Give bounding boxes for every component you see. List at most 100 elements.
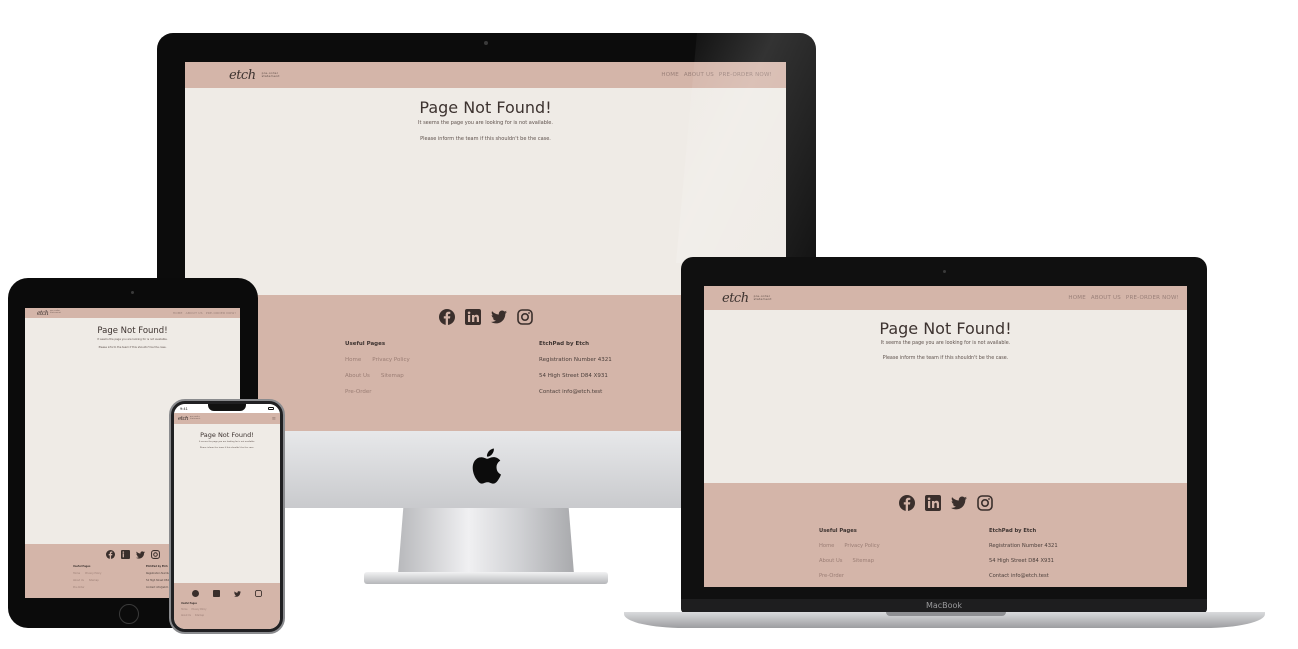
footer-link-preorder[interactable]: Pre-Order xyxy=(73,586,85,589)
footer-link-privacy[interactable]: Privacy Policy xyxy=(844,543,879,549)
inform-message: Please inform the team if this shouldn't… xyxy=(199,447,255,449)
brand-logo[interactable]: etch pre-order statement xyxy=(178,416,201,422)
instagram-icon[interactable] xyxy=(255,590,262,597)
useful-pages-heading: Useful Pages xyxy=(73,565,91,568)
not-found-message: It seems the page you are looking for is… xyxy=(418,120,553,126)
facebook-icon[interactable] xyxy=(438,309,455,325)
twitter-icon[interactable] xyxy=(490,310,507,324)
linkedin-icon[interactable] xyxy=(120,550,130,559)
navbar: etch pre-order statement HOME ABOUT US PR… xyxy=(704,286,1187,310)
status-bar: 9:41 xyxy=(174,404,280,413)
facebook-icon[interactable] xyxy=(898,495,915,511)
nav-about[interactable]: ABOUT US xyxy=(186,311,203,315)
useful-pages-heading: Useful Pages xyxy=(819,528,857,534)
page-title: Page Not Found! xyxy=(419,98,552,117)
address: 54 High Street D84 X931 xyxy=(539,373,608,379)
linkedin-icon[interactable] xyxy=(924,495,941,511)
instagram-icon[interactable] xyxy=(150,550,160,559)
footer-link-sitemap[interactable]: Sitemap xyxy=(89,579,99,582)
instagram-icon[interactable] xyxy=(976,495,993,511)
not-found-message: It seems the page you are looking for is… xyxy=(880,341,1011,346)
footer-link-privacy[interactable]: Privacy Policy xyxy=(372,357,409,363)
phone-notch xyxy=(208,404,246,411)
footer-link-home[interactable]: Home xyxy=(181,608,187,611)
registration-number: Registration Number 4321 xyxy=(989,543,1058,549)
footer-link-home[interactable]: Home xyxy=(73,572,80,575)
footer-columns: Useful Pages Home Privacy Policy About U… xyxy=(345,341,612,395)
brand-logo[interactable]: etch pre-order statement xyxy=(229,68,280,83)
footer-link-sitemap[interactable]: Sitemap xyxy=(195,614,204,617)
footer-link-about[interactable]: About Us xyxy=(181,614,191,617)
brand-logo[interactable]: etch pre-order statement xyxy=(722,291,772,306)
nav-preorder[interactable]: PRE-ORDER NOW! xyxy=(1126,295,1179,301)
footer-link-sitemap[interactable]: Sitemap xyxy=(381,373,404,379)
footer-columns: Useful Pages Home Privacy Policy About U… xyxy=(73,565,178,589)
footer-link-about[interactable]: About Us xyxy=(819,558,843,564)
inform-message: Please inform the team if this shouldn't… xyxy=(420,136,551,142)
ipad-camera xyxy=(131,291,134,294)
macbook-notch xyxy=(886,612,1006,616)
ipad-home-button[interactable] xyxy=(119,604,139,624)
footer-link-about[interactable]: About Us xyxy=(345,373,370,379)
nav-about[interactable]: ABOUT US xyxy=(1091,295,1121,301)
useful-pages-heading: Useful Pages xyxy=(181,602,197,605)
hamburger-menu-icon[interactable]: ≡ xyxy=(272,416,276,422)
brand-logo[interactable]: etch pre-order statement xyxy=(37,310,61,317)
nav-about[interactable]: ABOUT US xyxy=(684,72,714,78)
not-found-message: It seems the page you are looking for is… xyxy=(97,338,168,341)
nav-home[interactable]: HOME xyxy=(173,311,183,315)
apple-logo-icon xyxy=(472,448,501,484)
footer-link-home[interactable]: Home xyxy=(345,357,361,363)
footer-link-privacy[interactable]: Privacy Policy xyxy=(85,572,101,575)
footer-link-preorder[interactable]: Pre-Order xyxy=(819,573,844,579)
footer: Useful Pages Home Privacy Policy About U… xyxy=(174,583,280,629)
useful-pages-heading: Useful Pages xyxy=(345,341,386,347)
facebook-icon[interactable] xyxy=(192,590,199,597)
macbook-screen: etch pre-order statement HOME ABOUT US PR… xyxy=(704,286,1187,587)
device-mockup-showcase: etch pre-order statement HOME ABOUT US PR… xyxy=(0,0,1298,649)
registration-number: Registration Number 4321 xyxy=(539,357,612,363)
navbar: etch pre-order statement HOME ABOUT US PR… xyxy=(185,62,786,88)
company-heading: EtchPad by Etch xyxy=(989,528,1037,534)
address: 54 High Street D84 X931 xyxy=(989,558,1054,564)
not-found-section: Page Not Found! It seems the page you ar… xyxy=(25,326,240,349)
footer: Useful Pages Home Privacy Policy About U… xyxy=(704,483,1187,587)
twitter-icon[interactable] xyxy=(950,496,967,510)
iphone-screen: 9:41 etch pre-order statement ≡ Page Not … xyxy=(174,404,280,629)
nav-home[interactable]: HOME xyxy=(661,72,679,78)
page-title: Page Not Found! xyxy=(200,431,254,439)
status-time: 9:41 xyxy=(180,406,188,411)
contact-email[interactable]: Contact info@etch.test xyxy=(989,573,1058,579)
nav-preorder[interactable]: PRE-ORDER NOW! xyxy=(206,311,236,315)
twitter-icon[interactable] xyxy=(135,550,145,559)
not-found-section: Page Not Found! It seems the page you ar… xyxy=(174,431,280,449)
page-title: Page Not Found! xyxy=(879,319,1012,338)
footer-link-preorder[interactable]: Pre-Order xyxy=(345,389,372,395)
footer-link-sitemap[interactable]: Sitemap xyxy=(853,558,875,564)
footer-link-home[interactable]: Home xyxy=(819,543,834,549)
macbook-camera xyxy=(943,270,946,273)
not-found-section: Page Not Found! It seems the page you ar… xyxy=(704,319,1187,361)
navbar: etch pre-order statement ≡ xyxy=(174,413,280,424)
linkedin-icon[interactable] xyxy=(464,309,481,325)
imac-stand xyxy=(398,508,574,574)
footer-link-privacy[interactable]: Privacy Policy xyxy=(191,608,206,611)
company-heading: EtchPad by Etch xyxy=(539,341,590,347)
nav-home[interactable]: HOME xyxy=(1068,295,1086,301)
footer-link-about[interactable]: About Us xyxy=(73,579,84,582)
inform-message: Please inform the team if this shouldn't… xyxy=(98,346,167,349)
navbar: etch pre-order statement HOME ABOUT US PR… xyxy=(25,308,240,318)
imac-stand-base xyxy=(364,572,608,584)
page-title: Page Not Found! xyxy=(97,326,168,336)
footer-columns: Useful Pages Home Privacy Policy About U… xyxy=(181,602,206,617)
contact-email[interactable]: Contact info@etch.test xyxy=(539,389,612,395)
linkedin-icon[interactable] xyxy=(213,590,220,597)
nav-preorder[interactable]: PRE-ORDER NOW! xyxy=(719,72,772,78)
not-found-section: Page Not Found! It seems the page you ar… xyxy=(185,98,786,142)
inform-message: Please inform the team if this shouldn't… xyxy=(882,356,1009,361)
twitter-icon[interactable] xyxy=(234,590,241,597)
facebook-icon[interactable] xyxy=(105,550,115,559)
footer-columns: Useful Pages Home Privacy Policy About U… xyxy=(819,528,1058,579)
instagram-icon[interactable] xyxy=(516,309,533,325)
battery-icon xyxy=(268,407,274,410)
